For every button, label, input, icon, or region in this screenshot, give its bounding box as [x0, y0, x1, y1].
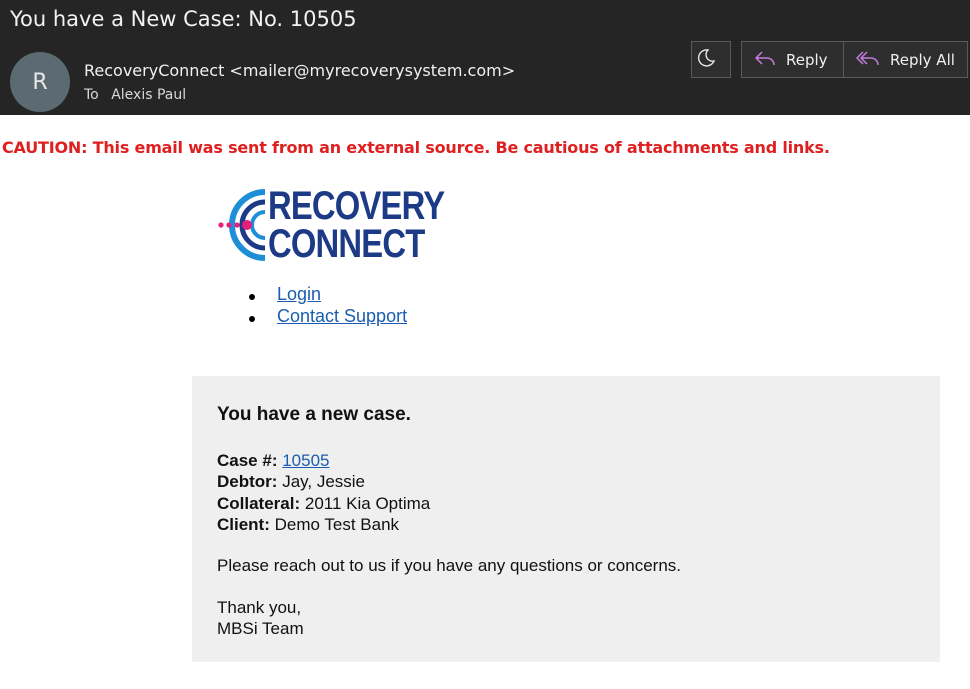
to-label: To [84, 87, 99, 103]
login-link[interactable]: Login [277, 284, 321, 305]
logo-text-connect: CONNECT [268, 222, 425, 266]
collateral-label: Collateral: [217, 493, 301, 513]
collateral-value: 2011 Kia Optima [304, 493, 431, 513]
recipient-name[interactable]: Alexis Paul [111, 87, 186, 103]
case-card: You have a new case. Case #: 10505 Debto… [192, 376, 940, 662]
client-value: Demo Test Bank [274, 514, 400, 534]
reply-icon [754, 49, 786, 71]
reply-button[interactable]: Reply [741, 41, 844, 78]
collateral-row: Collateral: 2011 Kia Optima [217, 493, 430, 514]
email-subject: You have a New Case: No. 10505 [10, 7, 357, 31]
moon-icon [696, 48, 726, 72]
dark-mode-toggle-button[interactable] [691, 41, 731, 78]
signoff-line: Thank you, [217, 598, 302, 617]
contact-support-link[interactable]: Contact Support [277, 306, 407, 327]
case-number-link[interactable]: 10505 [282, 451, 329, 470]
debtor-value: Jay, Jessie [282, 472, 366, 492]
card-message: Please reach out to us if you have any q… [217, 556, 681, 575]
client-label: Client: [217, 514, 270, 534]
client-row: Client: Demo Test Bank [217, 514, 430, 535]
recipient-line: To Alexis Paul [84, 87, 186, 103]
card-signoff: Thank you, MBSi Team [217, 597, 304, 639]
debtor-row: Debtor: Jay, Jessie [217, 471, 430, 492]
team-name: MBSi Team [217, 619, 304, 638]
reply-all-icon [856, 49, 890, 71]
signal-logo-icon [218, 189, 266, 261]
reply-label: Reply [786, 50, 828, 69]
case-details: Case #: 10505 Debtor: Jay, Jessie Collat… [217, 450, 430, 535]
case-number-row: Case #: 10505 [217, 450, 430, 471]
caution-banner: CAUTION: This email was sent from an ext… [2, 138, 830, 157]
card-title: You have a new case. [217, 404, 411, 425]
recovery-connect-logo: RECOVERY CONNECT [217, 184, 445, 266]
reply-all-label: Reply All [890, 50, 955, 69]
email-header: You have a New Case: No. 10505 R Recover… [0, 0, 970, 115]
debtor-label: Debtor: [217, 472, 278, 492]
sender-avatar[interactable]: R [10, 52, 70, 112]
sender-address[interactable]: RecoveryConnect <mailer@myrecoverysystem… [84, 61, 515, 80]
reply-all-button[interactable]: Reply All [843, 41, 968, 78]
case-label: Case #: [217, 451, 278, 470]
